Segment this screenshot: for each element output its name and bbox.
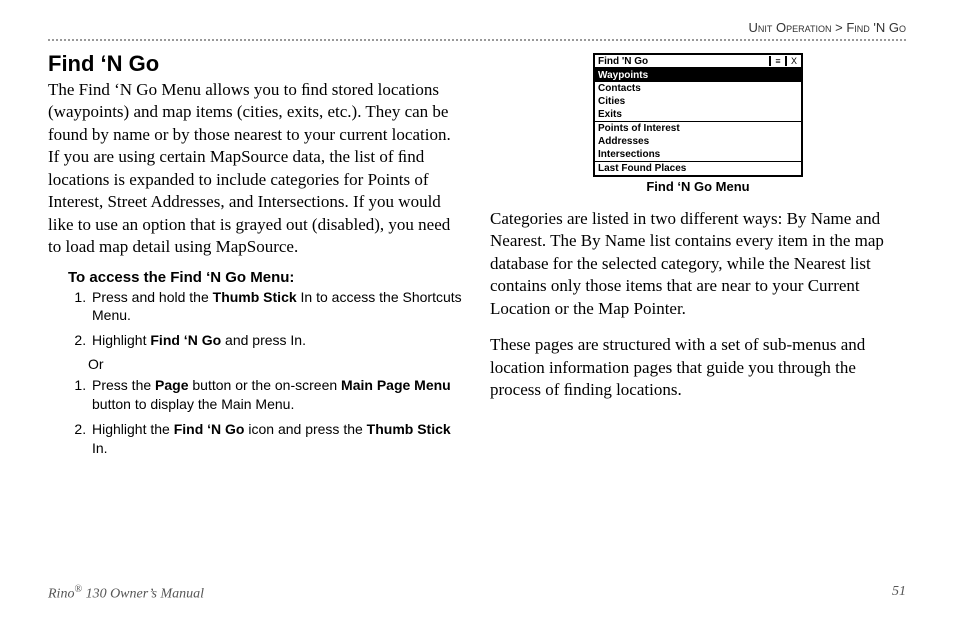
intro-paragraph: The Find ‘N Go Menu allows you to ﬁnd st… [48,79,464,259]
menu-item-addresses: Addresses [595,135,801,148]
bold-term: Find ‘N Go [174,421,245,437]
step-text: Highlight the [92,421,174,437]
window-title: Find 'N Go [595,56,769,67]
close-icon: X [785,56,801,66]
page-footer: Rino® 130 Owner’s Manual 51 [48,584,906,603]
left-column: Find ‘N Go The Find ‘N Go Menu allows yo… [48,47,464,464]
step-text: and press In. [221,332,306,348]
right-column: Find 'N Go ≡ X Waypoints Contacts Cities… [490,47,906,464]
bold-term: Thumb Stick [367,421,451,437]
bold-term: Main Page Menu [341,377,451,393]
step-item: Highlight the Find ‘N Go icon and press … [90,420,464,458]
header-rule [48,39,906,41]
body-paragraph: These pages are structured with a set of… [490,334,906,401]
menu-item-contacts: Contacts [595,82,801,95]
step-text: Press the [92,377,155,393]
section-title: Find ‘N Go [48,51,464,77]
breadcrumb-sep: > [835,20,843,35]
bold-term: Find ‘N Go [150,332,221,348]
breadcrumb-page: Find 'N Go [846,20,906,35]
step-item: Highlight Find ‘N Go and press In. [90,331,464,350]
page-number: 51 [892,584,906,603]
step-text: icon and press the [244,421,366,437]
menu-item-poi: Points of Interest [595,122,801,135]
menu-item-cities: Cities [595,95,801,108]
find-n-go-window: Find 'N Go ≡ X Waypoints Contacts Cities… [593,53,803,177]
figure-caption: Find ‘N Go Menu [593,179,803,194]
footer-product: Rino® 130 Owner’s Manual [48,584,204,603]
breadcrumb: Unit Operation > Find 'N Go [48,20,906,39]
window-titlebar: Find 'N Go ≡ X [595,55,801,69]
menu-item-exits: Exits [595,108,801,121]
or-separator: Or [88,356,464,372]
step-item: Press the Page button or the on-screen M… [90,376,464,414]
step-text: Highlight [92,332,150,348]
step-item: Press and hold the Thumb Stick In to acc… [90,288,464,326]
menu-icon: ≡ [769,56,785,66]
registered-mark-icon: ® [74,584,82,595]
step-text: button or the on-screen [189,377,342,393]
procedure-heading: To access the Find ‘N Go Menu: [68,269,464,286]
footer-product-name: Rino [48,587,74,602]
bold-term: Thumb Stick [213,289,297,305]
steps-list-b: Press the Page button or the on-screen M… [68,376,464,458]
menu-item-waypoints: Waypoints [595,69,801,82]
footer-product-tail: 130 Owner’s Manual [82,587,204,602]
bold-term: Page [155,377,188,393]
breadcrumb-section: Unit Operation [749,20,832,35]
menu-screenshot-figure: Find 'N Go ≡ X Waypoints Contacts Cities… [593,53,803,194]
two-column-layout: Find ‘N Go The Find ‘N Go Menu allows yo… [48,47,906,464]
step-text: In. [92,440,108,456]
steps-list-a: Press and hold the Thumb Stick In to acc… [68,288,464,351]
menu-item-intersections: Intersections [595,148,801,161]
step-text: button to display the Main Menu. [92,396,294,412]
menu-item-last-found: Last Found Places [595,162,801,175]
manual-page: Unit Operation > Find 'N Go Find ‘N Go T… [0,0,954,621]
body-paragraph: Categories are listed in two different w… [490,208,906,320]
step-text: Press and hold the [92,289,213,305]
